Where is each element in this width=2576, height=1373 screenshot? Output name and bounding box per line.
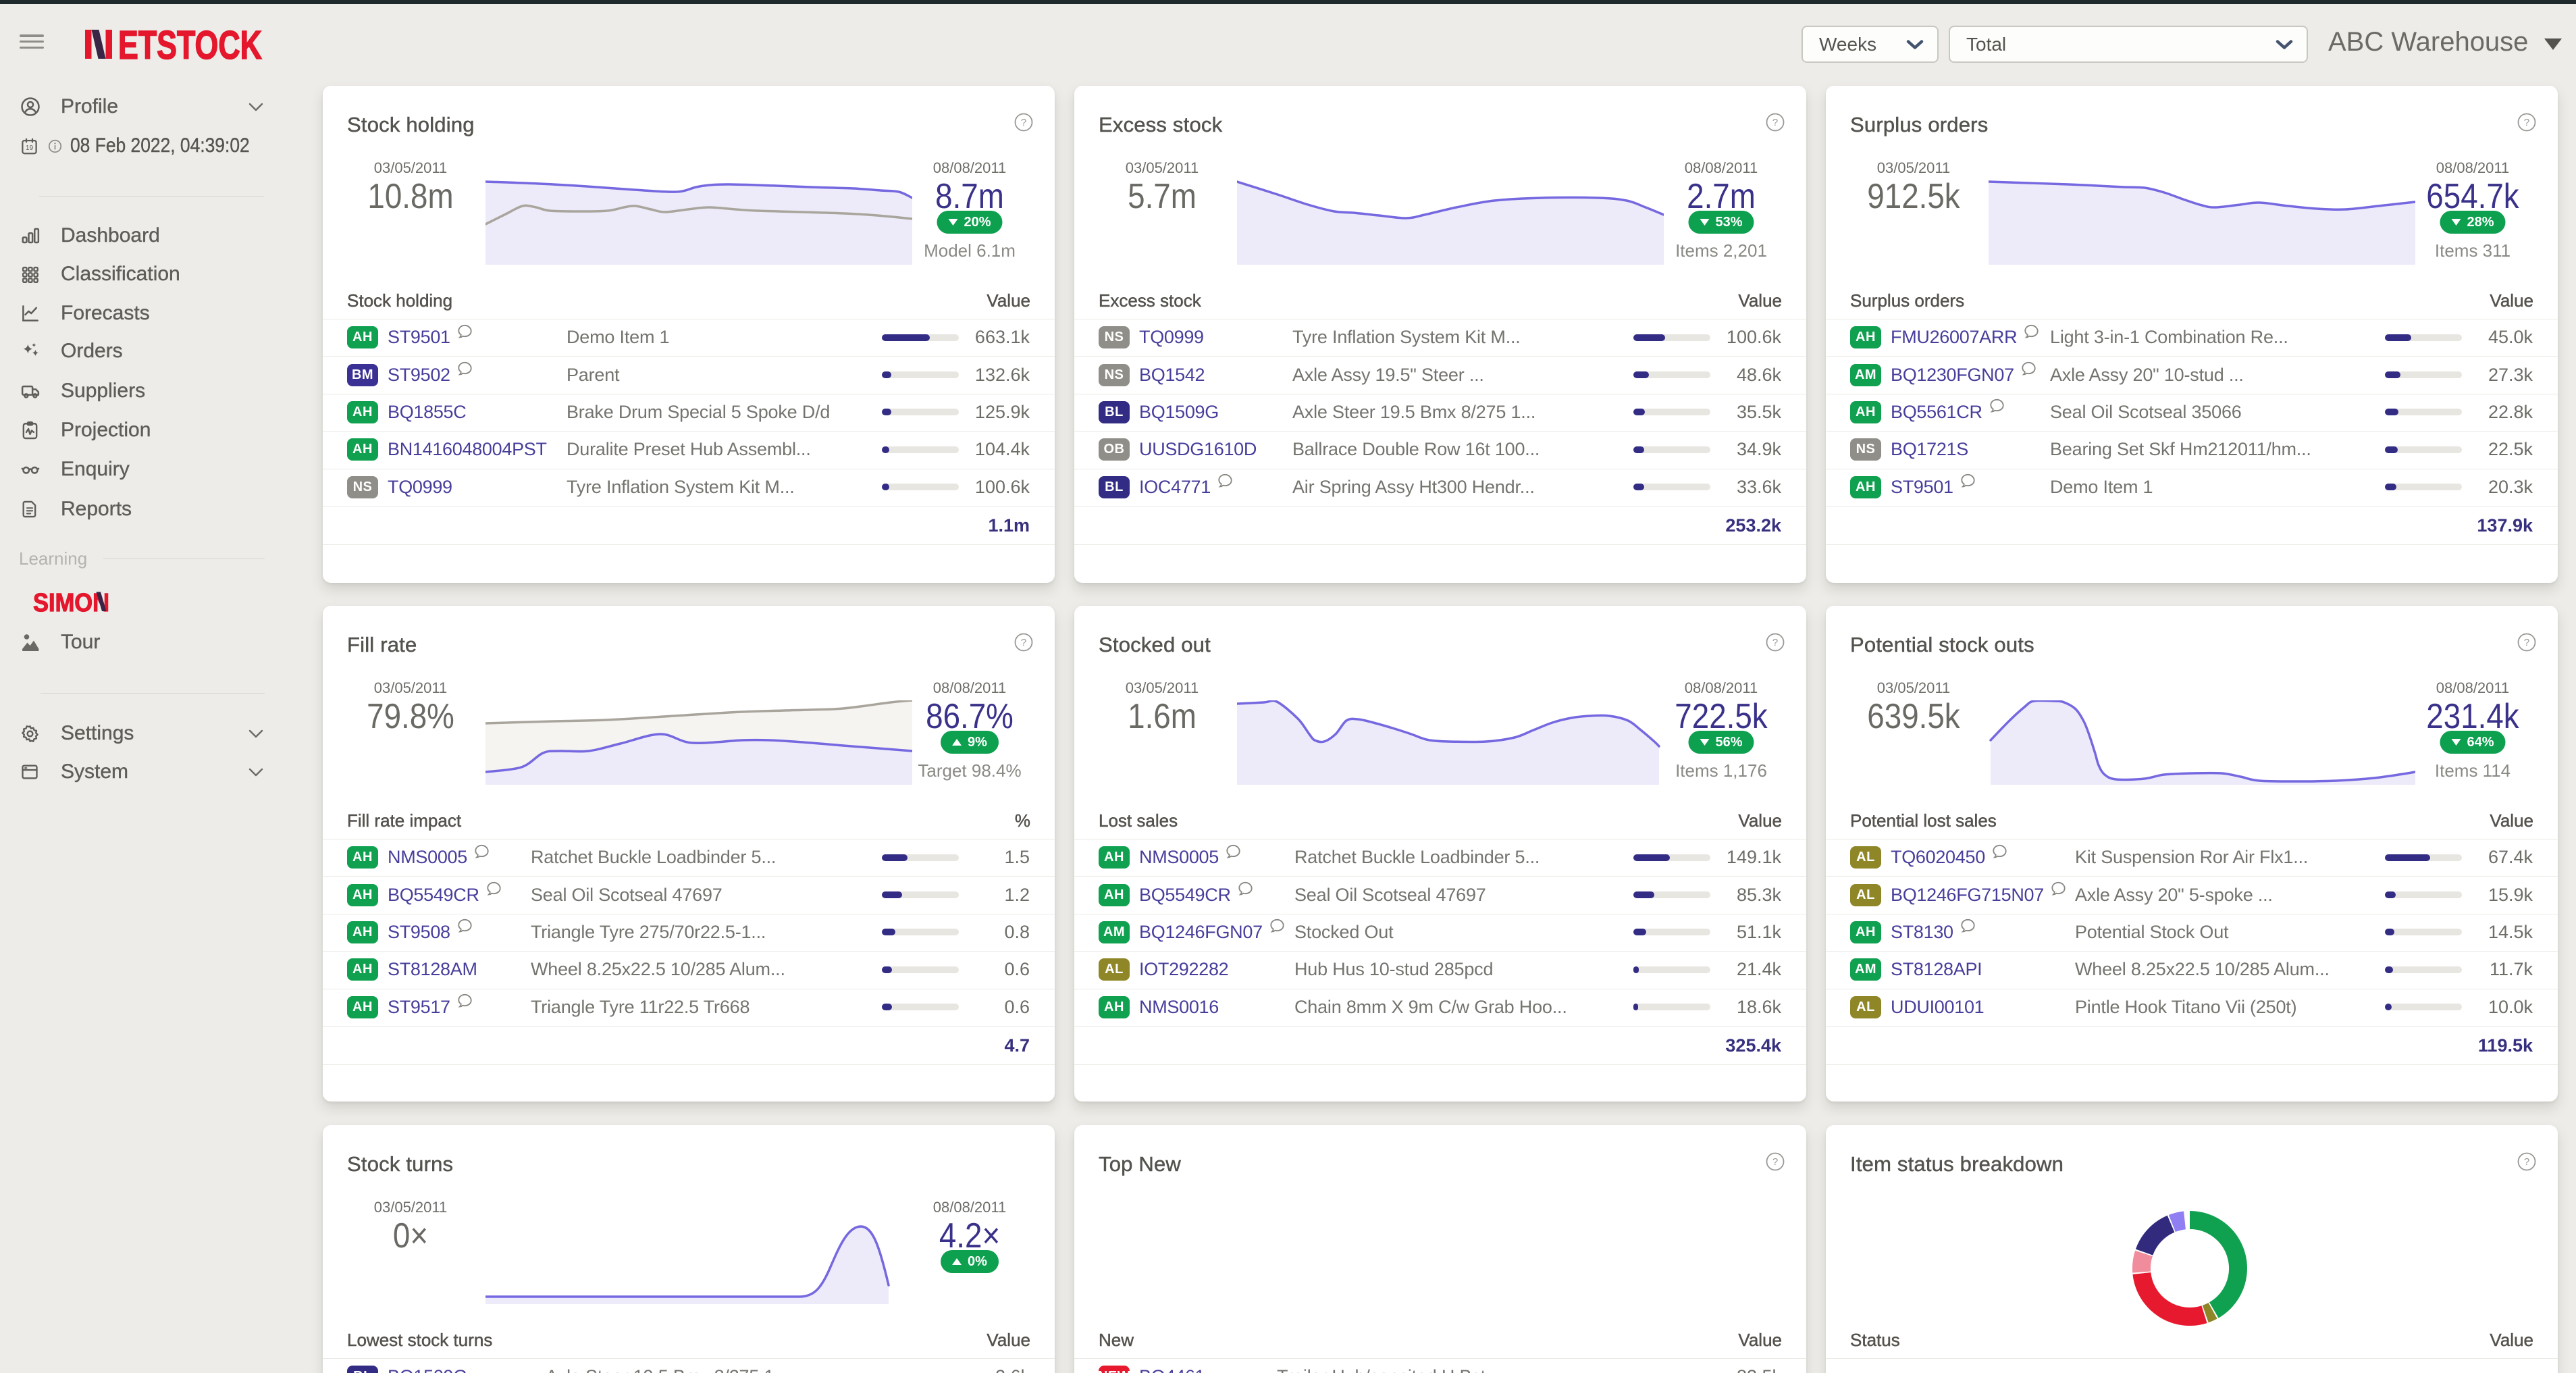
svg-text:?: ? [1021, 637, 1026, 648]
svg-text:?: ? [2524, 117, 2529, 128]
svg-text:?: ? [2524, 1156, 2529, 1168]
svg-text:19: 19 [26, 145, 34, 152]
svg-text:?: ? [1021, 117, 1026, 128]
svg-text:?: ? [1772, 117, 1778, 128]
svg-text:?: ? [1772, 1156, 1778, 1168]
svg-text:?: ? [1772, 637, 1778, 648]
svg-text:ETSTOCK: ETSTOCK [118, 28, 262, 61]
svg-text:?: ? [2524, 637, 2529, 648]
